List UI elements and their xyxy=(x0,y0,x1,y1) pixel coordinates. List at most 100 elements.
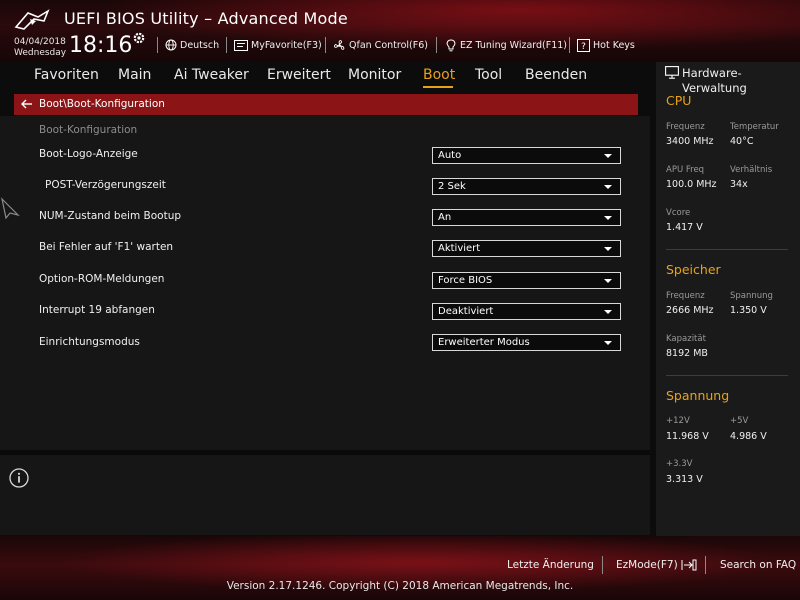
vcore-value: 1.417 V xyxy=(666,222,703,233)
interrupt-19-dropdown[interactable]: Deaktiviert xyxy=(432,303,621,320)
ez-tuning-wizard-button[interactable]: EZ Tuning Wizard(F11) xyxy=(445,38,567,52)
setting-label-interrupt-19: Interrupt 19 abfangen xyxy=(39,304,155,316)
v33-value: 3.313 V xyxy=(666,474,703,485)
breadcrumb[interactable]: Boot\Boot-Konfiguration xyxy=(14,94,638,115)
footer-separator xyxy=(705,556,706,574)
version-copyright: Version 2.17.1246. Copyright (C) 2018 Am… xyxy=(226,580,574,592)
language-label: Deutsch xyxy=(180,39,220,51)
rog-logo-icon xyxy=(14,9,50,30)
active-tab-indicator xyxy=(423,86,453,88)
v5-value: 4.986 V xyxy=(730,431,767,442)
hardware-monitor-title: Hardware-Verwaltung xyxy=(682,66,747,95)
date-text: 04/04/2018 xyxy=(14,37,66,47)
memory-heading: Speicher xyxy=(666,262,721,277)
gear-icon[interactable] xyxy=(132,31,146,45)
globe-icon xyxy=(165,39,177,51)
mem-freq-value: 2666 MHz xyxy=(666,305,714,316)
qfan-control-button[interactable]: Qfan Control(F6) xyxy=(333,38,428,52)
tab-tool[interactable]: Tool xyxy=(475,67,502,83)
tab-boot[interactable]: Boot xyxy=(423,67,455,83)
date-display: 04/04/2018 Wednesday xyxy=(14,37,66,59)
help-panel xyxy=(0,455,650,535)
tab-ai-tweaker[interactable]: Ai Tweaker xyxy=(174,67,249,83)
chevron-down-icon xyxy=(604,185,612,189)
chevron-down-icon xyxy=(604,247,612,251)
last-change-button[interactable]: Letzte Änderung xyxy=(507,559,594,571)
header-separator xyxy=(226,37,227,53)
clock-time: 18:16 xyxy=(69,33,133,58)
cpu-temp-value: 40°C xyxy=(730,136,754,147)
section-heading: Boot-Konfiguration xyxy=(39,124,138,136)
header-separator xyxy=(436,37,437,53)
myfavorite-label: MyFavorite(F3) xyxy=(251,39,322,51)
voltage-heading: Spannung xyxy=(666,388,730,403)
cpu-ratio-value: 34x xyxy=(730,179,748,190)
setting-label-wait-f1: Bei Fehler auf 'F1' warten xyxy=(39,241,174,253)
setting-label-post-delay: POST-Verzögerungszeit xyxy=(45,179,166,191)
mem-voltage-value: 1.350 V xyxy=(730,305,767,316)
dropdown-value: Force BIOS xyxy=(438,275,493,286)
mem-voltage-label: Spannung xyxy=(730,291,773,301)
tab-erweitert[interactable]: Erweitert xyxy=(267,67,331,83)
cpu-ratio-label: Verhältnis xyxy=(730,165,773,175)
qfan-control-label: Qfan Control(F6) xyxy=(349,39,428,51)
svg-text:?: ? xyxy=(581,42,586,52)
setting-label-boot-logo: Boot-Logo-Anzeige xyxy=(39,148,138,160)
apu-freq-value: 100.0 MHz xyxy=(666,179,717,190)
ezmode-label: EzMode(F7) xyxy=(616,559,678,571)
header-separator xyxy=(325,37,326,53)
wait-f1-dropdown[interactable]: Aktiviert xyxy=(432,240,621,257)
breadcrumb-path: Boot\Boot-Konfiguration xyxy=(39,98,165,110)
tuning-bulb-icon xyxy=(446,38,456,51)
myfavorite-button[interactable]: MyFavorite(F3) xyxy=(234,38,322,52)
language-button[interactable]: Deutsch xyxy=(165,38,219,52)
setting-label-option-rom: Option-ROM-Meldungen xyxy=(39,273,165,285)
ezmode-button[interactable]: EzMode(F7) xyxy=(616,559,697,571)
exit-to-ezmode-icon xyxy=(681,559,697,571)
option-rom-dropdown[interactable]: Force BIOS xyxy=(432,272,621,289)
chevron-down-icon xyxy=(604,310,612,314)
footer-separator xyxy=(602,556,603,574)
monitor-icon xyxy=(665,66,679,79)
hw-divider xyxy=(666,375,788,376)
v5-label: +5V xyxy=(730,416,749,426)
apu-freq-label: APU Freq xyxy=(666,165,705,175)
dropdown-value: An xyxy=(438,212,452,223)
tab-main[interactable]: Main xyxy=(118,67,151,83)
search-faq-button[interactable]: Search on FAQ xyxy=(720,559,796,571)
v33-label: +3.3V xyxy=(666,459,693,469)
tab-beenden[interactable]: Beenden xyxy=(525,67,587,83)
back-arrow-icon[interactable] xyxy=(20,97,34,111)
hot-keys-label: Hot Keys xyxy=(593,39,635,51)
dropdown-value: 2 Sek xyxy=(438,181,466,192)
question-icon: ? xyxy=(577,38,590,52)
vcore-label: Vcore xyxy=(666,208,691,218)
boot-logo-dropdown[interactable]: Auto xyxy=(432,147,621,164)
tab-monitor[interactable]: Monitor xyxy=(348,67,401,83)
mem-capacity-value: 8192 MB xyxy=(666,348,708,359)
v12-label: +12V xyxy=(666,416,690,426)
ez-tuning-wizard-label: EZ Tuning Wizard(F11) xyxy=(460,39,568,51)
chevron-down-icon xyxy=(604,341,612,345)
header-separator xyxy=(157,37,158,53)
cursor-pointer-icon xyxy=(0,197,20,220)
hw-divider xyxy=(666,249,788,250)
mem-capacity-label: Kapazität xyxy=(666,334,706,344)
tab-favoriten[interactable]: Favoriten xyxy=(34,67,99,83)
fan-icon xyxy=(333,39,345,50)
v12-value: 11.968 V xyxy=(666,431,709,442)
cpu-freq-label: Frequenz xyxy=(666,122,705,132)
post-delay-dropdown[interactable]: 2 Sek xyxy=(432,178,621,195)
mem-freq-label: Frequenz xyxy=(666,291,705,301)
setup-mode-dropdown[interactable]: Erweiterter Modus xyxy=(432,334,621,351)
cpu-freq-value: 3400 MHz xyxy=(666,136,714,147)
weekday-text: Wednesday xyxy=(14,48,67,58)
hot-keys-button[interactable]: ? Hot Keys xyxy=(577,38,635,52)
chevron-down-icon xyxy=(604,154,612,158)
dropdown-value: Auto xyxy=(438,150,462,161)
num-lock-dropdown[interactable]: An xyxy=(432,209,621,226)
chevron-down-icon xyxy=(604,216,612,220)
chevron-down-icon xyxy=(604,279,612,283)
info-icon xyxy=(9,468,29,488)
dropdown-value: Deaktiviert xyxy=(438,306,494,317)
